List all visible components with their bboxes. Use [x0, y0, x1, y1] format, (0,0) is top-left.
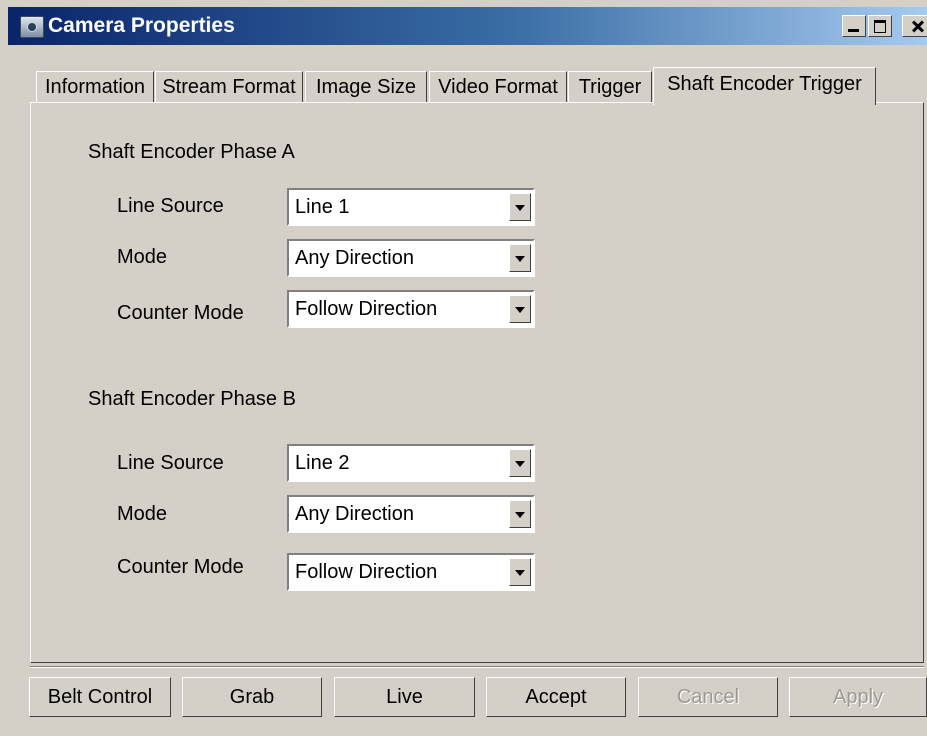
close-button[interactable] [902, 15, 927, 37]
accept-button[interactable]: Accept [486, 677, 626, 717]
cancel-button[interactable]: Cancel [638, 677, 778, 717]
chevron-down-icon[interactable] [509, 500, 531, 528]
chevron-down-icon[interactable] [509, 244, 531, 272]
chevron-down-icon[interactable] [509, 193, 531, 221]
minimize-button[interactable] [842, 15, 866, 37]
phase-b-title: Shaft Encoder Phase B [88, 388, 296, 410]
shaft-encoder-trigger-panel: Shaft Encoder Phase A Line Source Line 1… [30, 102, 924, 663]
phase-a-mode-select[interactable]: Any Direction [287, 239, 535, 277]
phase-b-line-source-label: Line Source [117, 452, 224, 474]
phase-a-counter-mode-select[interactable]: Follow Direction [287, 290, 535, 328]
phase-b-counter-mode-value: Follow Direction [295, 561, 438, 583]
camera-properties-window: Camera Properties Information Stream For… [0, 0, 927, 736]
phase-a-title: Shaft Encoder Phase A [88, 141, 295, 163]
title-bar[interactable]: Camera Properties [8, 7, 927, 45]
phase-b-line-source-value: Line 2 [295, 452, 350, 474]
tab-information[interactable]: Information [36, 71, 154, 103]
phase-a-mode-label: Mode [117, 246, 168, 268]
phase-b-counter-mode-label: Counter Mode [117, 556, 244, 578]
camera-icon [20, 16, 44, 38]
phase-a-mode-value: Any Direction [295, 247, 414, 269]
phase-b-line-source-select[interactable]: Line 2 [287, 444, 535, 482]
maximize-button[interactable] [868, 15, 892, 37]
apply-button[interactable]: Apply [789, 677, 927, 717]
grab-button[interactable]: Grab [182, 677, 322, 717]
bottom-separator [30, 666, 924, 668]
chevron-down-icon[interactable] [509, 295, 531, 323]
tab-image-size[interactable]: Image Size [305, 71, 427, 103]
tab-trigger[interactable]: Trigger [568, 71, 652, 103]
tab-video-format[interactable]: Video Format [429, 71, 567, 103]
phase-a-line-source-value: Line 1 [295, 196, 350, 218]
live-button[interactable]: Live [334, 677, 475, 717]
phase-b-mode-value: Any Direction [295, 503, 414, 525]
window-title: Camera Properties [48, 14, 235, 37]
phase-b-counter-mode-select[interactable]: Follow Direction [287, 553, 535, 591]
phase-b-mode-select[interactable]: Any Direction [287, 495, 535, 533]
chevron-down-icon[interactable] [509, 558, 531, 586]
phase-a-line-source-label: Line Source [117, 195, 224, 217]
phase-a-counter-mode-value: Follow Direction [295, 298, 438, 320]
tab-stream-format[interactable]: Stream Format [155, 71, 303, 103]
phase-a-counter-mode-label: Counter Mode [117, 302, 244, 324]
chevron-down-icon[interactable] [509, 449, 531, 477]
tab-shaft-encoder-trigger[interactable]: Shaft Encoder Trigger [653, 67, 876, 105]
belt-control-button[interactable]: Belt Control [29, 677, 171, 717]
phase-a-line-source-select[interactable]: Line 1 [287, 188, 535, 226]
phase-b-mode-label: Mode [117, 503, 168, 525]
